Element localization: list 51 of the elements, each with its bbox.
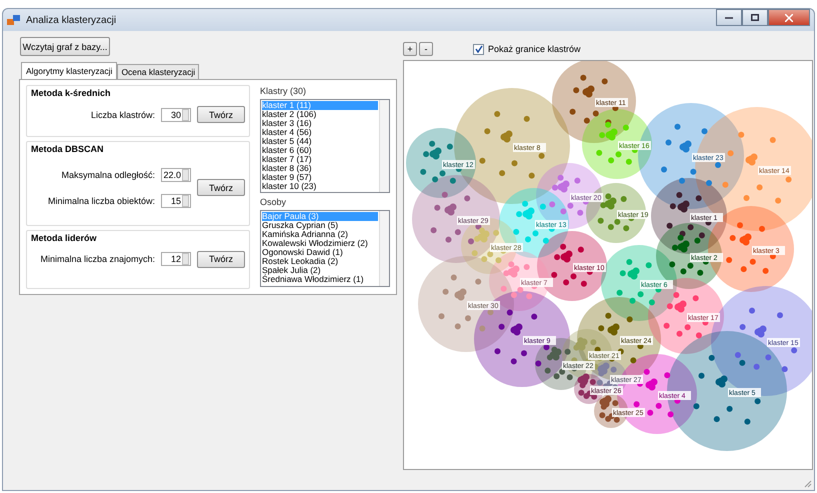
field-label: Minimalna liczba obiektów: [48,196,155,206]
checkbox[interactable] [473,44,484,54]
list-item[interactable]: klaster 7 (17) [262,155,378,164]
tab[interactable]: Ocena klasteryzacji [117,64,200,79]
number-spinner[interactable]: 15 [161,194,191,208]
list-item[interactable]: klaster 6 (60) [262,146,378,155]
list-item[interactable]: Kowalewski Włodzimierz (2) [262,239,378,248]
create-button[interactable]: Twórz [197,106,245,123]
scrollbar[interactable] [379,100,389,192]
list-item[interactable]: klaster 10 (23) [262,182,378,191]
group-title: Metoda liderów [31,232,98,243]
list-item[interactable]: klaster 8 (36) [262,164,378,173]
list-item[interactable]: klaster 5 (44) [262,137,378,146]
window-title: Analiza klasteryzacji [26,14,116,26]
load-graph-button[interactable]: Wczytaj graf z bazy... [20,37,110,56]
number-spinner[interactable]: 12 [161,252,191,266]
list-title: Klastry (30) [260,86,308,96]
maximize-icon [751,14,759,21]
number-spinner[interactable]: 22.0 [161,168,191,182]
create-button[interactable]: Twórz [197,250,245,268]
list-item[interactable]: Gruszka Cyprian (5) [262,221,378,230]
list-item[interactable]: Rostek Leokadia (2) [262,257,378,266]
group-title: Metoda k-średnich [31,88,112,98]
list-item[interactable]: klaster 2 (106) [262,110,378,119]
minimize-icon [725,16,733,18]
field-label: Liczba klastrów: [90,110,155,120]
list-item[interactable]: klaster 4 (56) [262,128,378,137]
close-button[interactable] [768,9,810,26]
cluster-map[interactable] [403,60,813,470]
field-label: Minimalna liczba znajomych: [40,254,155,264]
close-icon [785,14,793,22]
list-item[interactable]: Średniawa Włodzimierz (1) [262,275,378,284]
maximize-button[interactable] [742,9,768,26]
list-item[interactable]: klaster 9 (57) [262,173,378,182]
list-item[interactable]: Spałek Julia (2) [262,266,378,275]
list-title: Osoby [260,197,288,207]
checkbox-label: Pokaż granice klastrów [488,44,581,54]
field-label: Maksymalna odległość: [61,170,155,180]
list-item[interactable]: klaster 3 (16) [262,119,378,128]
list-item[interactable]: Kamińska Adrianna (2) [262,230,378,239]
minimize-button[interactable] [716,9,742,26]
app-icon [7,14,21,26]
resize-grip[interactable] [804,480,812,488]
create-button[interactable]: Twórz [197,179,245,196]
scrollbar[interactable] [379,211,389,286]
zoom-button[interactable]: - [419,42,433,56]
group-title: Metoda DBSCAN [31,144,105,154]
list-item[interactable]: Ogonowski Dawid (1) [262,248,378,257]
number-spinner[interactable]: 30 [161,108,191,122]
tab[interactable]: Algorytmy klasteryzacji [21,62,118,79]
zoom-button[interactable]: + [403,42,417,56]
